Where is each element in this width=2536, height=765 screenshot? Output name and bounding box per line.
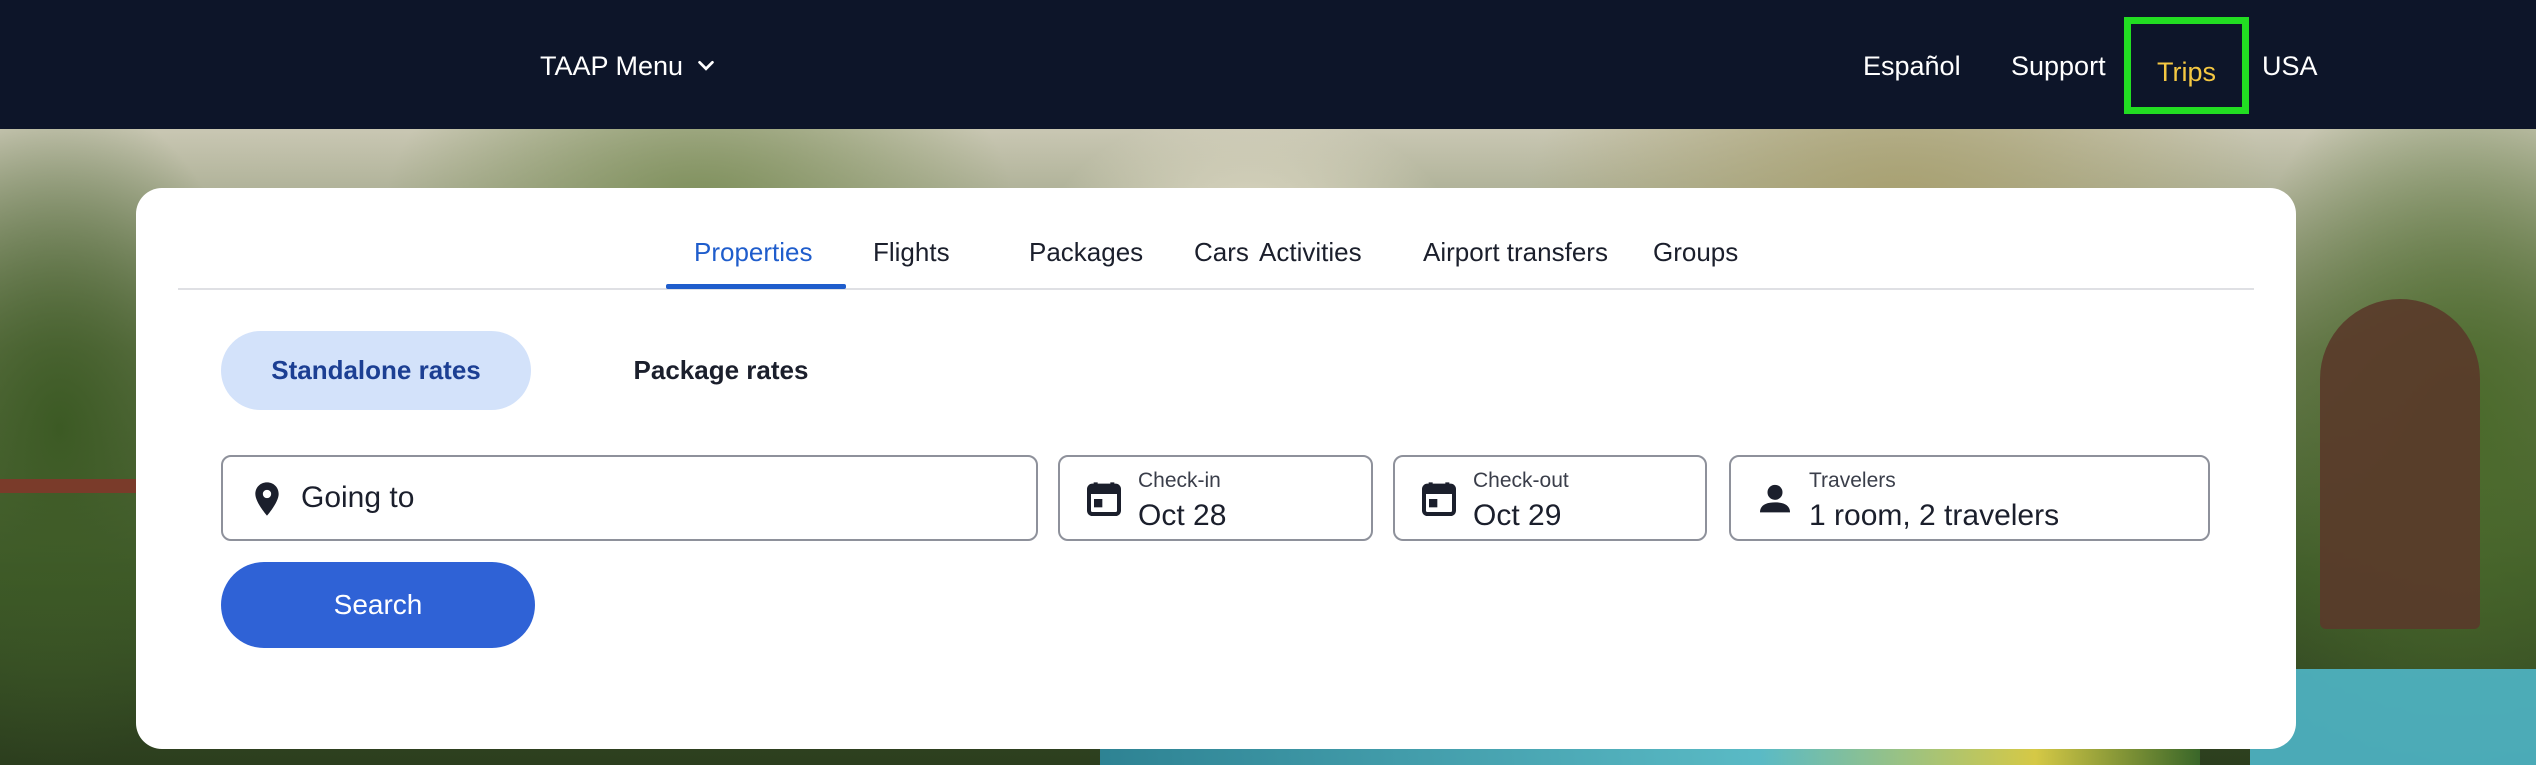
check-in-field[interactable]: Check-in Oct 28 bbox=[1058, 455, 1373, 541]
trips-link[interactable]: Trips bbox=[2124, 17, 2249, 114]
check-in-label: Check-in bbox=[1138, 469, 1221, 492]
taap-menu-dropdown[interactable]: TAAP Menu bbox=[540, 44, 717, 88]
active-tab-indicator bbox=[666, 284, 846, 289]
search-button[interactable]: Search bbox=[221, 562, 535, 648]
package-rates-button[interactable]: Package rates bbox=[576, 331, 866, 410]
hero-door bbox=[2320, 299, 2480, 629]
tab-airport-transfers[interactable]: Airport transfers bbox=[1423, 232, 1608, 272]
hero-railing bbox=[0, 479, 140, 493]
search-card: Properties Flights Packages Cars Activit… bbox=[136, 188, 2296, 749]
check-in-value: Oct 28 bbox=[1138, 499, 1227, 532]
travelers-label: Travelers bbox=[1809, 469, 1896, 492]
calendar-icon bbox=[1087, 482, 1121, 516]
check-out-value: Oct 29 bbox=[1473, 499, 1562, 532]
tab-flights[interactable]: Flights bbox=[873, 232, 950, 272]
language-link[interactable]: Español bbox=[1863, 44, 1961, 88]
tab-properties[interactable]: Properties bbox=[694, 232, 813, 272]
support-link[interactable]: Support bbox=[2011, 44, 2106, 88]
taap-menu-label: TAAP Menu bbox=[540, 50, 684, 81]
tab-packages[interactable]: Packages bbox=[1029, 232, 1143, 272]
check-out-label: Check-out bbox=[1473, 469, 1569, 492]
calendar-icon bbox=[1422, 482, 1456, 516]
search-tabs: Properties Flights Packages Cars Activit… bbox=[178, 188, 2254, 290]
region-link[interactable]: USA bbox=[2262, 44, 2318, 88]
tab-cars[interactable]: Cars bbox=[1194, 232, 1249, 272]
check-out-field[interactable]: Check-out Oct 29 bbox=[1393, 455, 1707, 541]
person-icon bbox=[1760, 484, 1790, 513]
travelers-value: 1 room, 2 travelers bbox=[1809, 499, 2060, 532]
travelers-field[interactable]: Travelers 1 room, 2 travelers bbox=[1729, 455, 2210, 541]
going-to-field[interactable]: Going to bbox=[221, 455, 1038, 541]
top-nav-bar: TAAP Menu Español Support Trips USA bbox=[0, 0, 2536, 129]
tab-activities[interactable]: Activities bbox=[1259, 232, 1362, 272]
tab-groups[interactable]: Groups bbox=[1653, 232, 1738, 272]
standalone-rates-button[interactable]: Standalone rates bbox=[221, 331, 531, 410]
chevron-down-icon bbox=[698, 60, 714, 71]
going-to-placeholder: Going to bbox=[301, 481, 415, 514]
map-pin-icon bbox=[255, 482, 279, 516]
